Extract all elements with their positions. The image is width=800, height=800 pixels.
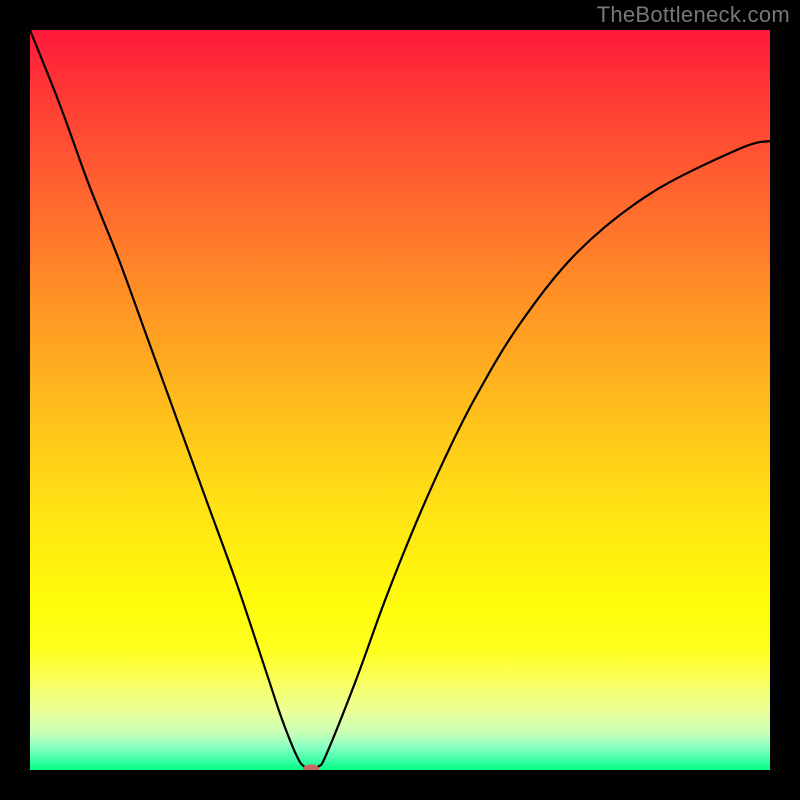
minimum-marker: [303, 765, 319, 771]
plot-area: [30, 30, 770, 770]
bottleneck-curve-path: [30, 30, 770, 769]
watermark-text: TheBottleneck.com: [597, 2, 790, 28]
chart-frame: TheBottleneck.com: [0, 0, 800, 800]
curve-svg: [30, 30, 770, 770]
